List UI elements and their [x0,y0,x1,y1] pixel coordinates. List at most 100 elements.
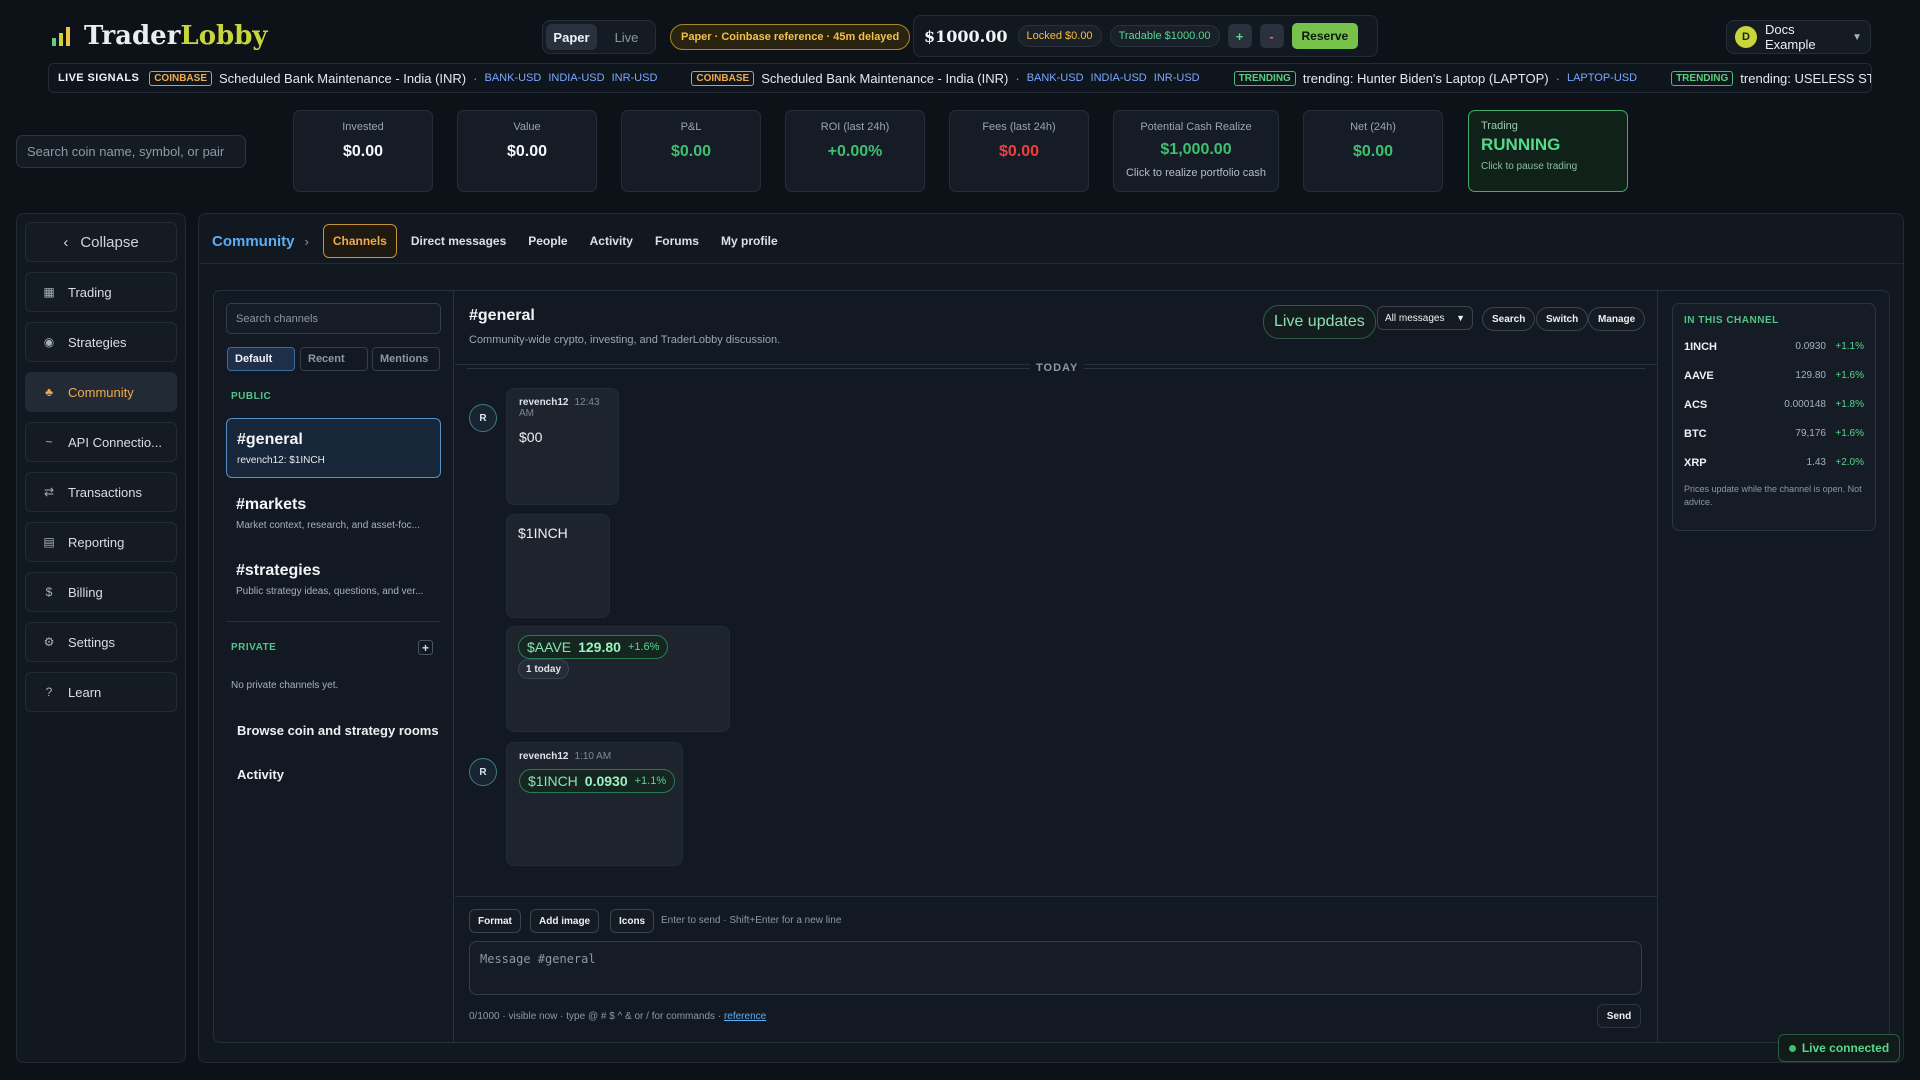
ticker-symbol[interactable]: BANK-USD [484,72,541,84]
tab-forums[interactable]: Forums [655,234,699,248]
filter-mentions[interactable]: Mentions [372,347,440,371]
token-price-pill[interactable]: $1INCH 0.0930 +1.1% [519,769,676,793]
add-image-button[interactable]: Add image [530,909,600,933]
ticker-text: trending: USELESS STONK (STONK [1740,70,1871,86]
sidebar: ‹ Collapse ▦ Trading ◉ Strategies ♣ Communi… [16,213,186,1063]
sidebar-item-learn[interactable]: ? Learn [25,672,177,712]
filter-recent[interactable]: Recent [300,347,368,371]
message-author[interactable]: revench12 [519,751,568,762]
coin-row[interactable]: ACS 0.000148 +1.8% [1684,390,1864,419]
ticker-item[interactable]: TRENDING trending: Hunter Biden's Laptop… [1233,70,1637,86]
brand-name: TraderLobby [84,21,268,51]
bar-chart-logo-icon [52,27,70,46]
reserve-button[interactable]: Reserve [1291,23,1359,49]
ticker-symbol[interactable]: LAPTOP-USD [1567,72,1637,84]
live-updates-toggle[interactable]: Live updates [1263,305,1376,339]
trending-badge: TRENDING [1671,70,1734,86]
tab-activity[interactable]: Activity [590,234,633,248]
avatar[interactable]: R [469,404,497,432]
search-button[interactable]: Search [1482,307,1536,331]
chevron-right-icon: › [304,233,309,249]
add-funds-button[interactable]: + [1227,24,1252,48]
channel-search-input[interactable]: Search channels [226,303,441,334]
message-bubble: $AAVE 129.80 +1.6% 1 today [506,626,730,732]
format-button[interactable]: Format [469,909,521,933]
stat-value: Value $0.00 [457,110,597,192]
icons-button[interactable]: Icons [610,909,655,933]
ticker-symbol[interactable]: BANK-USD [1027,72,1084,84]
ticker-symbol[interactable]: INR-USD [1154,72,1200,84]
tab-people[interactable]: People [528,234,567,248]
channel-item-general[interactable]: #general revench12: $1INCH [226,418,441,478]
avatar[interactable]: R [469,758,497,786]
message-input[interactable]: Message #general [469,941,1642,995]
ticker-symbol[interactable]: INR-USD [612,72,658,84]
coin-row[interactable]: 1INCH 0.0930 +1.1% [1684,332,1864,361]
chevron-down-icon: ▼ [1456,313,1465,323]
tab-my-profile[interactable]: My profile [721,234,778,248]
stat-net: Net (24h) $0.00 [1303,110,1443,192]
coin-row[interactable]: AAVE 129.80 +1.6% [1684,361,1864,390]
message-filter-select[interactable]: All messages ▼ [1377,306,1473,330]
status-dot-icon [1788,1044,1796,1052]
sidebar-item-settings[interactable]: ⚙ Settings [25,622,177,662]
chevron-left-icon: ‹ [63,233,69,251]
ticker-label: LIVE SIGNALS [58,72,140,84]
ticker-item[interactable]: COINBASE Scheduled Bank Maintenance - In… [691,70,1200,86]
sidebar-item-reporting[interactable]: ▤ Reporting [25,522,177,562]
sidebar-item-billing[interactable]: $ Billing [25,572,177,612]
sidebar-item-trading[interactable]: ▦ Trading [25,272,177,312]
in-channel-title: IN THIS CHANNEL [1684,315,1779,326]
browse-rooms-link[interactable]: Browse coin and strategy rooms [237,723,439,738]
stat-fees: Fees (last 24h) $0.00 [949,110,1089,192]
swap-icon: ⇄ [43,485,55,499]
token-price-pill[interactable]: $AAVE 129.80 +1.6% [518,635,669,659]
manage-button[interactable]: Manage [1588,307,1646,331]
channel-item-markets[interactable]: #markets Market context, research, and a… [226,484,441,544]
trending-badge: TRENDING [1233,70,1296,86]
sidebar-item-strategies[interactable]: ◉ Strategies [25,322,177,362]
mode-paper-button[interactable]: Paper [546,24,597,50]
breadcrumb[interactable]: Community [212,233,295,250]
coin-row[interactable]: BTC 79,176 +1.6% [1684,419,1864,448]
switch-button[interactable]: Switch [1536,307,1589,331]
collapse-button[interactable]: ‹ Collapse [25,222,177,262]
sidebar-item-api-connections[interactable]: ~ API Connectio... [25,422,177,462]
brand-logo[interactable]: TraderLobby [50,18,268,54]
mode-live-button[interactable]: Live [601,24,652,50]
message-text: $1INCH [518,525,568,541]
ticker-item[interactable]: TRENDING trending: USELESS STONK (STONK [1671,70,1871,86]
message-author[interactable]: revench12 [519,397,568,408]
ticker-item[interactable]: COINBASE Scheduled Bank Maintenance - In… [149,70,658,86]
message-bubble: revench12 12:43 AM $00 [506,388,619,505]
sidebar-item-community[interactable]: ♣ Community [25,372,177,412]
dollar-icon: $ [45,585,53,599]
sidebar-item-transactions[interactable]: ⇄ Transactions [25,472,177,512]
channel-item-strategies[interactable]: #strategies Public strategy ideas, quest… [226,550,441,610]
filter-default[interactable]: Default [227,347,295,371]
user-menu[interactable]: D Docs Example ▼ [1726,20,1871,54]
remove-funds-button[interactable]: - [1259,24,1284,48]
tab-direct-messages[interactable]: Direct messages [411,234,506,248]
api-icon: ~ [45,435,53,449]
stat-potential-cash[interactable]: Potential Cash Realize $1,000.00 Click t… [1113,110,1279,192]
trading-status-toggle[interactable]: Trading RUNNING Click to pause trading [1468,110,1628,192]
coin-row[interactable]: XRP 1.43 +2.0% [1684,448,1864,477]
balance-amount: $1000.00 [924,26,1008,46]
activity-link[interactable]: Activity [237,767,284,782]
mode-toggle[interactable]: Paper Live [542,20,656,54]
locked-balance-badge: Locked $0.00 [1017,25,1102,47]
tab-channels[interactable]: Channels [322,224,397,258]
reference-link[interactable]: reference [724,1011,766,1022]
send-button[interactable]: Send [1597,1004,1641,1028]
public-section-label: PUBLIC [231,391,272,402]
message-bubble: $1INCH [506,514,610,618]
coin-search-input[interactable]: Search coin name, symbol, or pair [16,135,246,168]
tradable-balance-badge: Tradable $1000.00 [1109,25,1220,47]
ticker-symbol[interactable]: INDIA-USD [548,72,604,84]
composer-hint: Enter to send · Shift+Enter for a new li… [661,915,842,926]
source-badge: COINBASE [149,70,212,86]
stat-pnl: P&L $0.00 [621,110,761,192]
add-private-channel-button[interactable]: + [418,640,433,655]
ticker-symbol[interactable]: INDIA-USD [1091,72,1147,84]
